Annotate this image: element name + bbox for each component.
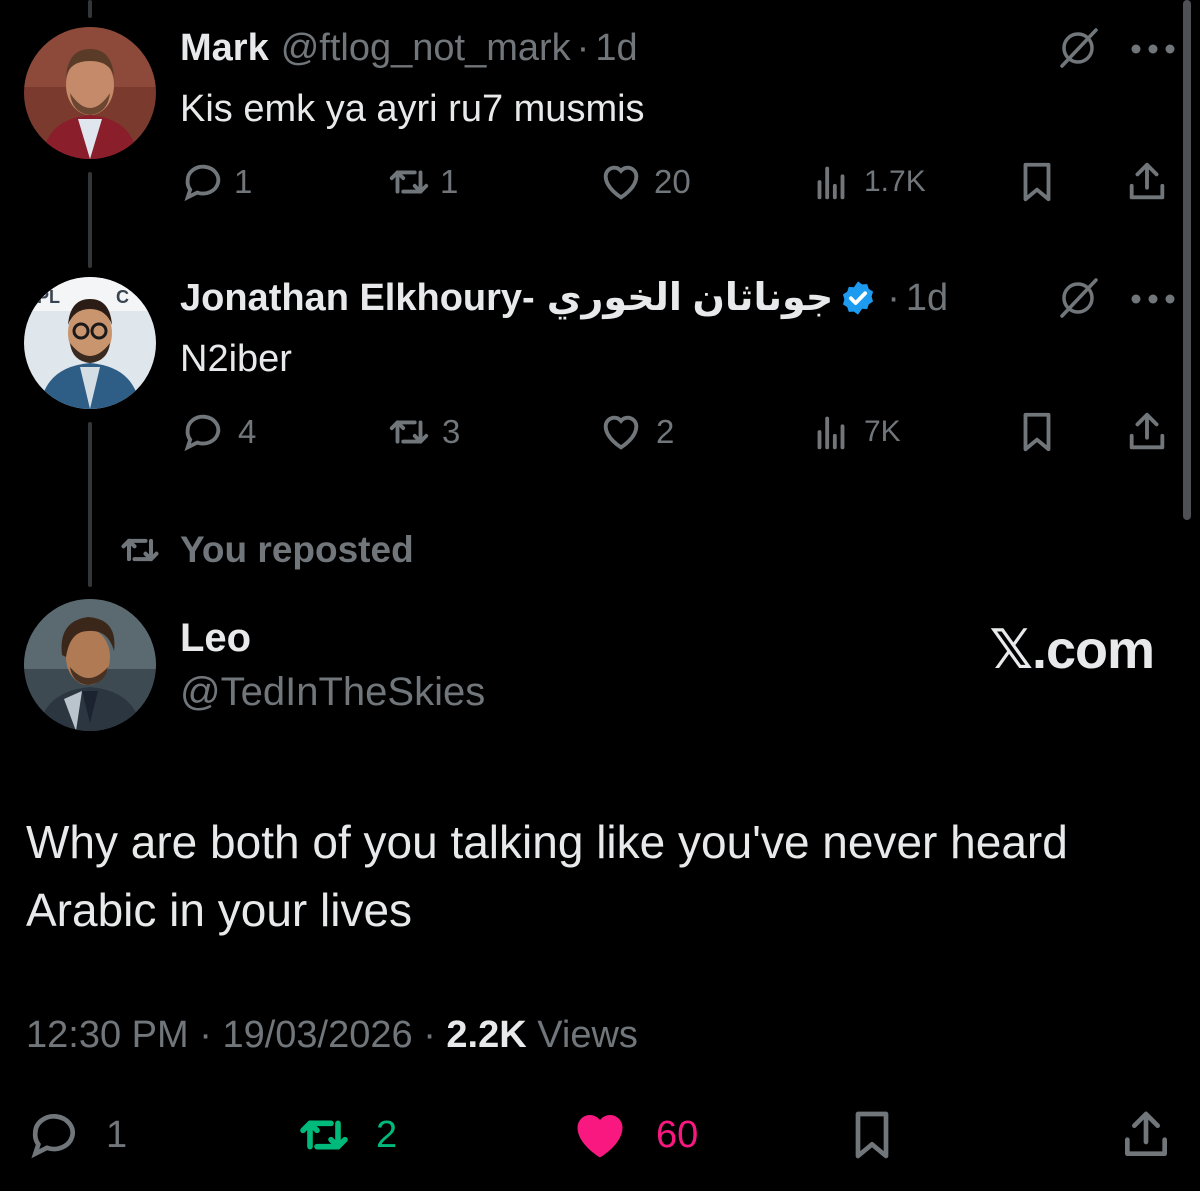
views-button[interactable]: 7K	[808, 408, 901, 456]
reply-button[interactable]: 1	[180, 158, 252, 206]
tweet-actions: 4 3 2 7K	[180, 408, 1170, 456]
repost-count: 1	[440, 163, 459, 200]
reply-icon	[184, 414, 221, 452]
tweet-text: Kis emk ya ayri ru7 musmis	[180, 88, 645, 130]
tweet-time[interactable]: 12:30 PM	[26, 1014, 189, 1056]
repost-count: 3	[442, 413, 461, 450]
views-label: Views	[537, 1014, 638, 1056]
separator-dot: ·	[887, 277, 900, 319]
views-button[interactable]: 1.7K	[808, 158, 926, 206]
views-count: 2.2K	[446, 1014, 527, 1056]
timestamp[interactable]: 1d	[595, 26, 637, 70]
like-icon	[577, 1115, 623, 1158]
reply-button[interactable]: 1	[26, 1100, 127, 1170]
reply-count: 1	[106, 1113, 128, 1156]
reply-count: 4	[238, 413, 257, 450]
thread-line	[88, 422, 92, 587]
repost-button[interactable]: 2	[296, 1100, 397, 1170]
tweet-header: Jonathan Elkhoury- جوناثان الخوري · 1d	[180, 276, 948, 320]
repost-icon	[389, 170, 429, 194]
tweet-text: Why are both of you talking like you've …	[26, 816, 1068, 936]
share-button[interactable]	[1124, 408, 1170, 456]
bookmark-icon	[855, 1111, 889, 1159]
timestamp[interactable]: 1d	[906, 276, 948, 320]
grok-icon[interactable]	[1056, 26, 1100, 70]
display-name[interactable]: Leo	[180, 616, 251, 661]
repost-button[interactable]: 1	[386, 158, 458, 206]
reply-icon	[31, 1114, 75, 1159]
thread-line	[88, 0, 92, 18]
reply-button[interactable]: 4	[180, 408, 256, 456]
share-button[interactable]	[1124, 158, 1170, 206]
watermark: 𝕏.com	[989, 620, 1155, 680]
repost-context: You reposted	[118, 528, 414, 572]
reply-icon	[184, 164, 221, 202]
like-icon	[603, 415, 639, 450]
repost-count: 2	[376, 1113, 398, 1156]
more-icon[interactable]	[1130, 42, 1176, 56]
bookmark-button[interactable]	[844, 1100, 900, 1170]
tweet-actions: 1 2 60	[0, 1100, 1200, 1170]
scrollbar[interactable]	[1183, 0, 1191, 520]
verified-badge-icon[interactable]	[839, 279, 877, 317]
display-name[interactable]: Mark	[180, 26, 269, 70]
tweet-meta: 12:30 PM · 19/03/2026 · 2.2K Views	[26, 1014, 638, 1056]
like-count: 60	[656, 1113, 699, 1156]
share-icon	[1129, 412, 1165, 450]
avatar[interactable]	[24, 599, 156, 731]
bookmark-button[interactable]	[1014, 408, 1060, 456]
thread-line	[88, 172, 92, 268]
grok-icon[interactable]	[1056, 276, 1100, 320]
tweet-actions: 1 1 20 1.7K	[180, 158, 1170, 206]
avatar[interactable]	[24, 27, 156, 159]
separator-dot: ·	[576, 27, 590, 69]
like-count: 2	[656, 413, 675, 450]
repost-icon	[300, 1120, 348, 1150]
like-button[interactable]: 60	[570, 1100, 698, 1170]
repost-label-text: You reposted	[180, 529, 414, 570]
avatar[interactable]: IPL C	[24, 277, 156, 409]
tweet-header: Mark @ftlog_not_mark · 1d	[180, 26, 638, 70]
like-button[interactable]: 2	[598, 408, 674, 456]
like-icon	[603, 165, 639, 200]
like-button[interactable]: 20	[598, 158, 691, 206]
display-name[interactable]: Jonathan Elkhoury-	[180, 276, 535, 320]
repost-icon	[121, 538, 159, 562]
views-icon	[817, 416, 845, 450]
share-button[interactable]	[1118, 1100, 1174, 1170]
like-count: 20	[654, 163, 691, 200]
bookmark-icon	[1023, 162, 1051, 202]
more-icon[interactable]	[1130, 292, 1176, 306]
handle[interactable]: @TedInTheSkies	[180, 670, 485, 715]
svg-text:C: C	[116, 287, 129, 307]
reply-count: 1	[234, 163, 253, 200]
repost-button[interactable]: 3	[386, 408, 460, 456]
tweet-text: N2iber	[180, 338, 292, 380]
bookmark-icon	[1023, 412, 1051, 452]
repost-icon	[389, 420, 429, 444]
tweet-date[interactable]: 19/03/2026	[222, 1014, 412, 1056]
handle[interactable]: @ftlog_not_mark	[281, 26, 571, 70]
share-icon	[1129, 162, 1165, 200]
bookmark-button[interactable]	[1014, 158, 1060, 206]
views-count: 1.7K	[864, 165, 926, 198]
share-icon	[1125, 1111, 1167, 1156]
views-icon	[817, 166, 845, 200]
views-count: 7K	[864, 415, 901, 448]
svg-text:IPL: IPL	[32, 287, 60, 307]
display-name-arabic[interactable]: جوناثان الخوري	[547, 276, 833, 320]
